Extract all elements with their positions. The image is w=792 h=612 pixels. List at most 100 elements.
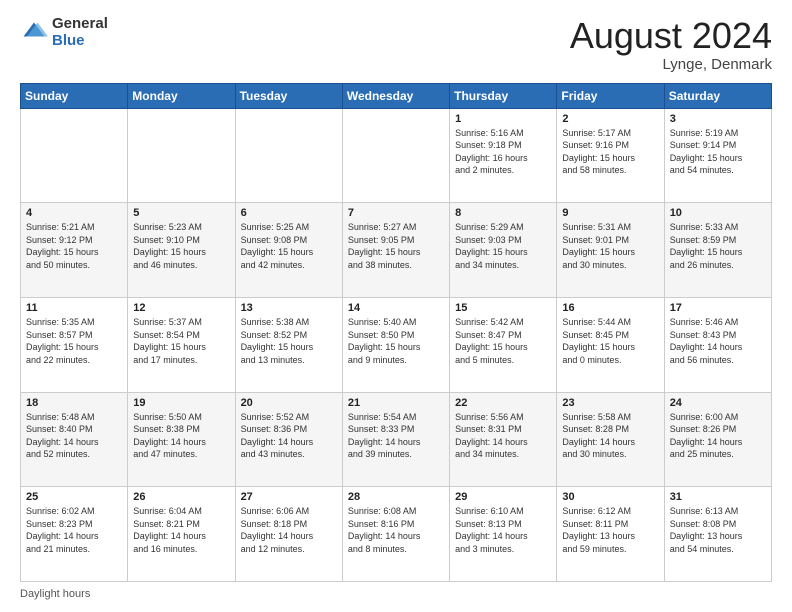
week-row-3: 18Sunrise: 5:48 AM Sunset: 8:40 PM Dayli…: [21, 392, 772, 487]
day-info-1-1: Sunrise: 5:23 AM Sunset: 9:10 PM Dayligh…: [133, 221, 229, 271]
day-number-4-1: 26: [133, 491, 229, 503]
day-number-0-4: 1: [455, 113, 551, 125]
day-number-1-3: 7: [348, 207, 444, 219]
day-cell-1-2: 6 Sunrise: 5:25 AM Sunset: 9:08 PM Daylig…: [235, 203, 342, 298]
day-cell-3-1: 19Sunrise: 5:50 AM Sunset: 8:38 PM Dayli…: [128, 392, 235, 487]
header-thursday: Thursday: [450, 83, 557, 108]
day-number-3-6: 24: [670, 397, 766, 409]
day-number-2-6: 17: [670, 302, 766, 314]
day-cell-1-0: 4Sunrise: 5:21 AM Sunset: 9:12 PM Daylig…: [21, 203, 128, 298]
week-row-2: 11Sunrise: 5:35 AM Sunset: 8:57 PM Dayli…: [21, 297, 772, 392]
header-wednesday: Wednesday: [342, 83, 449, 108]
day-info-4-3: Sunrise: 6:08 AM Sunset: 8:16 PM Dayligh…: [348, 505, 444, 555]
day-number-1-4: 8: [455, 207, 551, 219]
day-info-1-0: Sunrise: 5:21 AM Sunset: 9:12 PM Dayligh…: [26, 221, 122, 271]
day-number-3-2: 20: [241, 397, 337, 409]
footer: Daylight hours: [20, 588, 772, 600]
day-info-4-5: Sunrise: 6:12 AM Sunset: 8:11 PM Dayligh…: [562, 505, 658, 555]
day-cell-0-3: [342, 108, 449, 203]
day-info-4-0: Sunrise: 6:02 AM Sunset: 8:23 PM Dayligh…: [26, 505, 122, 555]
day-info-3-4: Sunrise: 5:56 AM Sunset: 8:31 PM Dayligh…: [455, 411, 551, 461]
calendar-subtitle: Lynge, Denmark: [570, 56, 772, 73]
header: General Blue August 2024 Lynge, Denmark: [20, 16, 772, 73]
day-cell-0-4: 1Sunrise: 5:16 AM Sunset: 9:18 PM Daylig…: [450, 108, 557, 203]
day-info-4-4: Sunrise: 6:10 AM Sunset: 8:13 PM Dayligh…: [455, 505, 551, 555]
day-number-2-5: 16: [562, 302, 658, 314]
day-info-3-6: Sunrise: 6:00 AM Sunset: 8:26 PM Dayligh…: [670, 411, 766, 461]
day-cell-4-0: 25 Sunrise: 6:02 AM Sunset: 8:23 PM Dayli…: [21, 487, 128, 582]
day-cell-0-1: [128, 108, 235, 203]
day-number-2-3: 14: [348, 302, 444, 314]
header-friday: Friday: [557, 83, 664, 108]
day-cell-2-4: 15Sunrise: 5:42 AM Sunset: 8:47 PM Dayli…: [450, 297, 557, 392]
week-row-0: 1Sunrise: 5:16 AM Sunset: 9:18 PM Daylig…: [21, 108, 772, 203]
calendar-title: August 2024: [570, 16, 772, 56]
day-cell-3-5: 23Sunrise: 5:58 AM Sunset: 8:28 PM Dayli…: [557, 392, 664, 487]
day-number-4-6: 31: [670, 491, 766, 503]
day-info-0-5: Sunrise: 5:17 AM Sunset: 9:16 PM Dayligh…: [562, 127, 658, 177]
page: General Blue August 2024 Lynge, Denmark …: [0, 0, 792, 612]
header-tuesday: Tuesday: [235, 83, 342, 108]
day-cell-4-3: 28 Sunrise: 6:08 AM Sunset: 8:16 PM Dayli…: [342, 487, 449, 582]
day-cell-3-2: 20 Sunrise: 5:52 AM Sunset: 8:36 PM Dayli…: [235, 392, 342, 487]
day-cell-0-5: 2 Sunrise: 5:17 AM Sunset: 9:16 PM Daylig…: [557, 108, 664, 203]
logo-text: General Blue: [52, 16, 108, 49]
day-info-1-3: Sunrise: 5:27 AM Sunset: 9:05 PM Dayligh…: [348, 221, 444, 271]
day-info-4-1: Sunrise: 6:04 AM Sunset: 8:21 PM Dayligh…: [133, 505, 229, 555]
day-cell-3-4: 22Sunrise: 5:56 AM Sunset: 8:31 PM Dayli…: [450, 392, 557, 487]
day-info-2-2: Sunrise: 5:38 AM Sunset: 8:52 PM Dayligh…: [241, 316, 337, 366]
day-cell-2-3: 14 Sunrise: 5:40 AM Sunset: 8:50 PM Dayli…: [342, 297, 449, 392]
logo-blue: Blue: [52, 33, 108, 50]
day-info-2-1: Sunrise: 5:37 AM Sunset: 8:54 PM Dayligh…: [133, 316, 229, 366]
day-number-3-5: 23: [562, 397, 658, 409]
header-sunday: Sunday: [21, 83, 128, 108]
day-number-3-3: 21: [348, 397, 444, 409]
day-info-0-6: Sunrise: 5:19 AM Sunset: 9:14 PM Dayligh…: [670, 127, 766, 177]
day-info-3-0: Sunrise: 5:48 AM Sunset: 8:40 PM Dayligh…: [26, 411, 122, 461]
title-block: August 2024 Lynge, Denmark: [570, 16, 772, 73]
day-number-1-5: 9: [562, 207, 658, 219]
header-saturday: Saturday: [664, 83, 771, 108]
day-cell-4-2: 27Sunrise: 6:06 AM Sunset: 8:18 PM Dayli…: [235, 487, 342, 582]
day-number-1-2: 6: [241, 207, 337, 219]
day-cell-3-0: 18Sunrise: 5:48 AM Sunset: 8:40 PM Dayli…: [21, 392, 128, 487]
daylight-hours-label: Daylight hours: [20, 588, 90, 600]
week-row-4: 25 Sunrise: 6:02 AM Sunset: 8:23 PM Dayli…: [21, 487, 772, 582]
day-cell-4-5: 30 Sunrise: 6:12 AM Sunset: 8:11 PM Dayli…: [557, 487, 664, 582]
day-info-3-2: Sunrise: 5:52 AM Sunset: 8:36 PM Dayligh…: [241, 411, 337, 461]
header-monday: Monday: [128, 83, 235, 108]
day-number-2-2: 13: [241, 302, 337, 314]
logo-general: General: [52, 16, 108, 33]
logo-icon: [20, 19, 48, 47]
day-cell-0-6: 3Sunrise: 5:19 AM Sunset: 9:14 PM Daylig…: [664, 108, 771, 203]
day-info-4-6: Sunrise: 6:13 AM Sunset: 8:08 PM Dayligh…: [670, 505, 766, 555]
day-number-1-6: 10: [670, 207, 766, 219]
calendar-header-row: Sunday Monday Tuesday Wednesday Thursday…: [21, 83, 772, 108]
day-cell-1-5: 9 Sunrise: 5:31 AM Sunset: 9:01 PM Daylig…: [557, 203, 664, 298]
day-cell-2-5: 16 Sunrise: 5:44 AM Sunset: 8:45 PM Dayli…: [557, 297, 664, 392]
day-cell-4-1: 26 Sunrise: 6:04 AM Sunset: 8:21 PM Dayli…: [128, 487, 235, 582]
day-cell-2-1: 12 Sunrise: 5:37 AM Sunset: 8:54 PM Dayli…: [128, 297, 235, 392]
day-number-4-3: 28: [348, 491, 444, 503]
day-cell-2-2: 13 Sunrise: 5:38 AM Sunset: 8:52 PM Dayli…: [235, 297, 342, 392]
day-info-2-3: Sunrise: 5:40 AM Sunset: 8:50 PM Dayligh…: [348, 316, 444, 366]
day-number-0-5: 2: [562, 113, 658, 125]
day-number-2-1: 12: [133, 302, 229, 314]
day-info-2-5: Sunrise: 5:44 AM Sunset: 8:45 PM Dayligh…: [562, 316, 658, 366]
day-cell-1-3: 7 Sunrise: 5:27 AM Sunset: 9:05 PM Daylig…: [342, 203, 449, 298]
day-info-1-5: Sunrise: 5:31 AM Sunset: 9:01 PM Dayligh…: [562, 221, 658, 271]
day-cell-1-6: 10 Sunrise: 5:33 AM Sunset: 8:59 PM Dayli…: [664, 203, 771, 298]
day-number-4-2: 27: [241, 491, 337, 503]
day-cell-4-4: 29 Sunrise: 6:10 AM Sunset: 8:13 PM Dayli…: [450, 487, 557, 582]
day-info-1-2: Sunrise: 5:25 AM Sunset: 9:08 PM Dayligh…: [241, 221, 337, 271]
day-number-4-5: 30: [562, 491, 658, 503]
day-info-2-6: Sunrise: 5:46 AM Sunset: 8:43 PM Dayligh…: [670, 316, 766, 366]
day-number-4-4: 29: [455, 491, 551, 503]
day-cell-1-1: 5 Sunrise: 5:23 AM Sunset: 9:10 PM Daylig…: [128, 203, 235, 298]
day-info-1-6: Sunrise: 5:33 AM Sunset: 8:59 PM Dayligh…: [670, 221, 766, 271]
day-cell-2-0: 11Sunrise: 5:35 AM Sunset: 8:57 PM Dayli…: [21, 297, 128, 392]
day-number-1-1: 5: [133, 207, 229, 219]
week-row-1: 4Sunrise: 5:21 AM Sunset: 9:12 PM Daylig…: [21, 203, 772, 298]
day-number-4-0: 25: [26, 491, 122, 503]
day-cell-0-2: [235, 108, 342, 203]
